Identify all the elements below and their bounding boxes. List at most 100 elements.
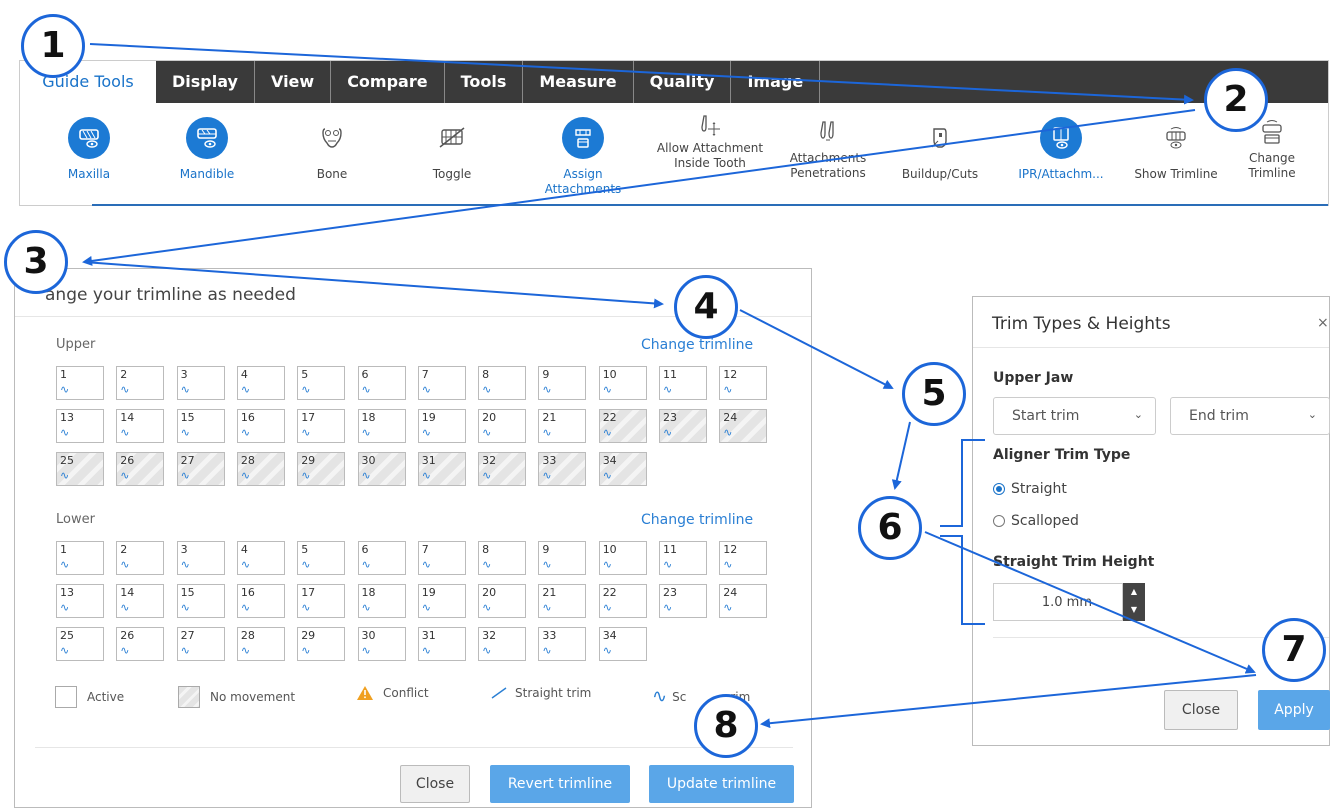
tooth-cell[interactable]: 11 ∿ bbox=[659, 541, 707, 575]
tooth-cell[interactable]: 22 ∿ bbox=[598, 584, 647, 618]
tooth-cell[interactable]: 19 ∿ bbox=[417, 584, 466, 618]
tooth-cell[interactable]: 11 ∿ bbox=[659, 366, 707, 400]
apply-button[interactable]: Apply bbox=[1258, 690, 1330, 730]
tooth-cell[interactable]: 23 ∿ bbox=[659, 584, 707, 618]
radio-scalloped[interactable]: Scalloped bbox=[993, 513, 1079, 529]
types-close-button[interactable]: Close bbox=[1164, 690, 1238, 730]
tooth-cell[interactable]: 12 ∿ bbox=[719, 366, 768, 400]
tooth-cell[interactable]: 3 ∿ bbox=[176, 541, 225, 575]
tooth-cell[interactable]: 18 ∿ bbox=[357, 409, 406, 443]
tab-view[interactable]: View bbox=[255, 61, 332, 103]
tooth-cell[interactable]: 28 ∿ bbox=[236, 627, 285, 661]
tooth-cell[interactable]: 30 ∿ bbox=[357, 452, 406, 486]
tooth-cell[interactable]: 8 ∿ bbox=[478, 541, 527, 575]
tooth-cell[interactable]: 33 ∿ bbox=[538, 627, 587, 661]
tab-measure[interactable]: Measure bbox=[523, 61, 634, 103]
tool-buildup-cuts[interactable]: Buildup/Cuts bbox=[885, 109, 995, 182]
tooth-cell[interactable]: 9 ∿ bbox=[538, 541, 587, 575]
tooth-cell[interactable]: 28 ∿ bbox=[236, 452, 285, 486]
tooth-cell[interactable]: 6 ∿ bbox=[357, 366, 406, 400]
update-trimline-button[interactable]: Update trimline bbox=[649, 765, 794, 803]
tooth-cell[interactable]: 7 ∿ bbox=[417, 541, 466, 575]
tooth-cell[interactable]: 32 ∿ bbox=[478, 452, 527, 486]
tool-allow-attachment[interactable]: Allow Attachment Inside Tooth bbox=[655, 109, 765, 171]
tooth-cell[interactable]: 29 ∿ bbox=[297, 627, 346, 661]
tool-mandible[interactable]: Mandible bbox=[152, 109, 262, 182]
tooth-cell[interactable]: 30 ∿ bbox=[357, 627, 406, 661]
tooth-cell[interactable]: 23 ∿ bbox=[659, 409, 707, 443]
tooth-cell[interactable]: 14 ∿ bbox=[116, 409, 165, 443]
tooth-cell[interactable]: 31 ∿ bbox=[417, 452, 466, 486]
tab-image[interactable]: Image bbox=[731, 61, 821, 103]
tooth-cell[interactable]: 21 ∿ bbox=[538, 584, 587, 618]
tooth-cell[interactable]: 4 ∿ bbox=[236, 366, 285, 400]
tooth-cell[interactable]: 3 ∿ bbox=[176, 366, 225, 400]
tooth-cell[interactable]: 13 ∿ bbox=[56, 584, 104, 618]
tooth-cell[interactable]: 33 ∿ bbox=[538, 452, 587, 486]
tool-toggle[interactable]: Toggle bbox=[397, 109, 507, 182]
tooth-cell[interactable]: 25 ∿ bbox=[56, 627, 104, 661]
tooth-cell[interactable]: 29 ∿ bbox=[297, 452, 346, 486]
tool-ipr-attachments[interactable]: IPR/Attachm... bbox=[1006, 109, 1116, 182]
tool-assign-attachments[interactable]: Assign Attachments bbox=[528, 109, 638, 197]
tooth-cell[interactable]: 2 ∿ bbox=[116, 541, 165, 575]
tab-tools[interactable]: Tools bbox=[445, 61, 524, 103]
tooth-cell[interactable]: 18 ∿ bbox=[357, 584, 406, 618]
close-button[interactable]: Close bbox=[400, 765, 470, 803]
revert-trimline-button[interactable]: Revert trimline bbox=[490, 765, 630, 803]
tooth-cell[interactable]: 16 ∿ bbox=[236, 584, 285, 618]
tooth-cell[interactable]: 19 ∿ bbox=[417, 409, 466, 443]
tooth-cell[interactable]: 31 ∿ bbox=[417, 627, 466, 661]
tooth-cell[interactable]: 10 ∿ bbox=[598, 541, 647, 575]
tooth-cell[interactable]: 7 ∿ bbox=[417, 366, 466, 400]
end-trim-select[interactable]: End trim ⌄ bbox=[1170, 397, 1330, 435]
stepper-up-icon[interactable]: ▲ bbox=[1123, 583, 1145, 601]
tooth-cell[interactable]: 13 ∿ bbox=[56, 409, 104, 443]
start-trim-select[interactable]: Start trim ⌄ bbox=[993, 397, 1156, 435]
tooth-cell[interactable]: 5 ∿ bbox=[297, 366, 346, 400]
tooth-cell[interactable]: 34 ∿ bbox=[598, 627, 647, 661]
tooth-cell[interactable]: 26 ∿ bbox=[116, 627, 165, 661]
tooth-cell[interactable]: 16 ∿ bbox=[236, 409, 285, 443]
lower-change-trimline-link[interactable]: Change trimline bbox=[641, 512, 753, 528]
tooth-cell[interactable]: 21 ∿ bbox=[538, 409, 587, 443]
trim-height-input[interactable]: 1.0 mm bbox=[993, 583, 1123, 621]
tab-quality[interactable]: Quality bbox=[634, 61, 732, 103]
tool-maxilla[interactable]: Maxilla bbox=[34, 109, 144, 182]
tooth-cell[interactable]: 12 ∿ bbox=[719, 541, 768, 575]
upper-change-trimline-link[interactable]: Change trimline bbox=[641, 337, 753, 353]
tooth-cell[interactable]: 9 ∿ bbox=[538, 366, 587, 400]
tooth-cell[interactable]: 20 ∿ bbox=[478, 584, 527, 618]
tooth-cell[interactable]: 17 ∿ bbox=[297, 584, 346, 618]
tab-compare[interactable]: Compare bbox=[331, 61, 445, 103]
tooth-cell[interactable]: 2 ∿ bbox=[116, 366, 165, 400]
tooth-cell[interactable]: 26 ∿ bbox=[116, 452, 165, 486]
tab-display[interactable]: Display bbox=[156, 61, 255, 103]
tooth-cell[interactable]: 15 ∿ bbox=[176, 584, 225, 618]
tooth-cell[interactable]: 27 ∿ bbox=[176, 627, 225, 661]
tooth-cell[interactable]: 5 ∿ bbox=[297, 541, 346, 575]
close-icon[interactable]: × bbox=[1317, 315, 1329, 331]
tooth-cell[interactable]: 1 ∿ bbox=[56, 541, 104, 575]
tooth-cell[interactable]: 14 ∿ bbox=[116, 584, 165, 618]
tooth-cell[interactable]: 4 ∿ bbox=[236, 541, 285, 575]
tooth-cell[interactable]: 8 ∿ bbox=[478, 366, 527, 400]
tooth-cell[interactable]: 34 ∿ bbox=[598, 452, 647, 486]
tooth-cell[interactable]: 25 ∿ bbox=[56, 452, 104, 486]
tooth-cell[interactable]: 24 ∿ bbox=[719, 584, 768, 618]
tool-attachments-penetrations[interactable]: Attachments Penetrations bbox=[773, 109, 883, 181]
tool-bone[interactable]: Bone bbox=[277, 109, 387, 182]
tooth-cell[interactable]: 20 ∿ bbox=[478, 409, 527, 443]
tooth-cell[interactable]: 17 ∿ bbox=[297, 409, 346, 443]
tooth-cell[interactable]: 22 ∿ bbox=[598, 409, 647, 443]
tooth-cell[interactable]: 6 ∿ bbox=[357, 541, 406, 575]
tooth-cell[interactable]: 24 ∿ bbox=[719, 409, 768, 443]
tooth-cell[interactable]: 1 ∿ bbox=[56, 366, 104, 400]
tooth-cell[interactable]: 10 ∿ bbox=[598, 366, 647, 400]
tooth-cell[interactable]: 32 ∿ bbox=[478, 627, 527, 661]
radio-straight[interactable]: Straight bbox=[993, 481, 1067, 497]
tooth-cell[interactable]: 15 ∿ bbox=[176, 409, 225, 443]
stepper-down-icon[interactable]: ▼ bbox=[1123, 601, 1145, 619]
height-stepper[interactable]: ▲ ▼ bbox=[1123, 583, 1145, 621]
tooth-cell[interactable]: 27 ∿ bbox=[176, 452, 225, 486]
